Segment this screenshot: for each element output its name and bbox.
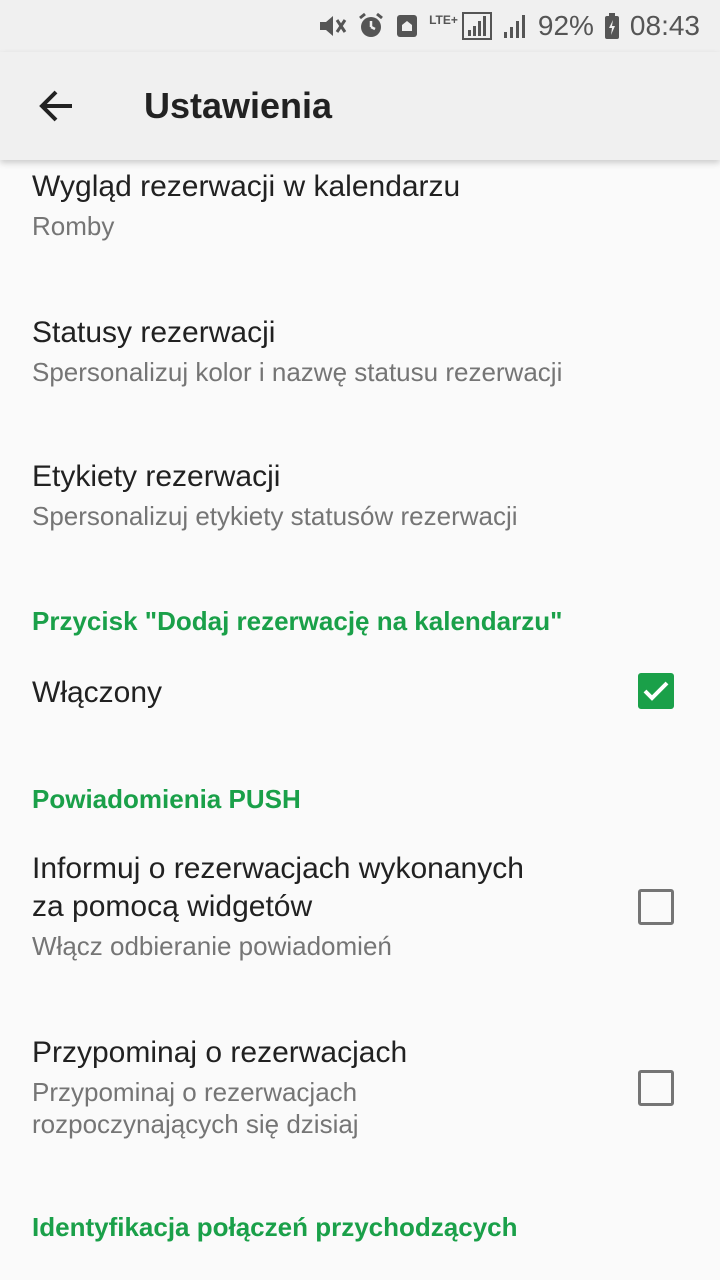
check-icon: [643, 681, 669, 701]
pref-summary: Romby: [32, 211, 115, 241]
battery-percent: 92%: [537, 10, 594, 41]
pref-summary: Włącz odbieranie powiadomień: [32, 931, 392, 961]
settings-list: Wygląd rezerwacji w kalendarzu Romby Sta…: [0, 160, 720, 1280]
pref-summary: Spersonalizuj etykiety statusów rezerwac…: [32, 501, 518, 531]
pref-summary-line-1: Przypominaj o rezerwacjach: [32, 1077, 358, 1107]
back-button[interactable]: [28, 78, 84, 134]
widget-notifications-checkbox[interactable]: [638, 889, 674, 925]
pref-add-button-enabled[interactable]: Włączony: [32, 674, 688, 712]
app-bar: Ustawienia: [0, 52, 720, 160]
pref-title: Przypominaj o rezerwacjach: [32, 1036, 408, 1069]
pref-summary-line-2: rozpoczynających się dzisiaj: [32, 1109, 359, 1139]
section-header-caller-id: Identyfikacja połączeń przychodzących: [32, 1212, 518, 1242]
section-header-push: Powiadomienia PUSH: [32, 784, 301, 814]
arrow-back-icon: [39, 90, 72, 122]
pref-title-line-1: Informuj o rezerwacjach wykonanych: [32, 852, 524, 885]
pref-title-line-2: za pomocą widgetów: [32, 890, 313, 923]
pref-reservation-labels[interactable]: Etykiety rezerwacji Spersonalizuj etykie…: [32, 458, 688, 532]
page-title: Ustawienia: [144, 85, 333, 126]
status-bar: LTE+ 92% 08:43: [0, 0, 720, 52]
pref-remind-reservations[interactable]: Przypominaj o rezerwacjach Przypominaj o…: [32, 1034, 688, 1140]
pref-title: Włączony: [32, 676, 163, 709]
remind-reservations-checkbox[interactable]: [638, 1070, 674, 1106]
pref-summary: Spersonalizuj kolor i nazwę statusu reze…: [32, 357, 563, 387]
network-type-label: LTE+: [429, 13, 458, 27]
pref-calendar-look[interactable]: Wygląd rezerwacji w kalendarzu Romby: [32, 168, 688, 242]
enabled-checkbox[interactable]: [638, 673, 674, 709]
signal-icon: [461, 12, 492, 40]
signal-icon-2: [502, 12, 528, 40]
home-notification-icon: [395, 13, 419, 39]
pref-widget-notifications[interactable]: Informuj o rezerwacjach wykonanych za po…: [32, 850, 688, 962]
pref-title: Wygląd rezerwacji w kalendarzu: [32, 170, 461, 203]
battery-charging-icon: [604, 12, 620, 40]
pref-title: Etykiety rezerwacji: [32, 460, 281, 493]
pref-title: Statusy rezerwacji: [32, 316, 276, 349]
section-header-add-button: Przycisk "Dodaj rezerwację na kalendarzu…: [32, 606, 563, 636]
clock: 08:43: [629, 10, 700, 41]
mute-icon: [317, 12, 347, 40]
pref-reservation-statuses[interactable]: Statusy rezerwacji Spersonalizuj kolor i…: [32, 314, 688, 388]
alarm-icon: [357, 12, 385, 40]
